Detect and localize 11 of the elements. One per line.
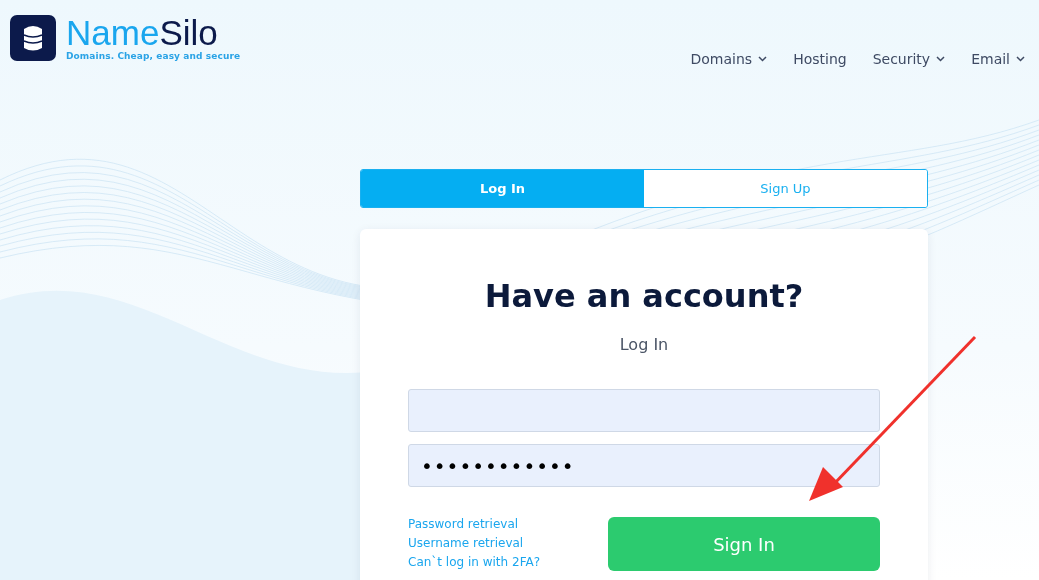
username-field[interactable] xyxy=(408,389,880,432)
nav-menu-item[interactable]: Domains xyxy=(690,49,768,69)
card-subtitle: Log In xyxy=(618,335,670,354)
brand-name[interactable]: NameSilo xyxy=(66,15,241,51)
password-field[interactable]: •••••••••••• xyxy=(408,444,880,487)
nav-menu-item[interactable]: Hosting xyxy=(793,49,847,69)
database-icon[interactable] xyxy=(10,15,56,61)
nav-menu-item[interactable]: Email xyxy=(971,49,1025,69)
nav-menu-item[interactable]: Security xyxy=(872,49,946,69)
card-title: Have an account? xyxy=(483,277,805,315)
tagline: Domains. Cheap, easy and secure xyxy=(66,51,241,61)
